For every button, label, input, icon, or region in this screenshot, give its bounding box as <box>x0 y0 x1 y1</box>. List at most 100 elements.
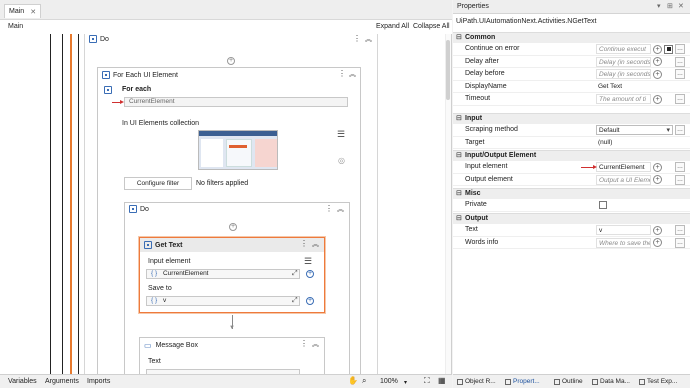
property-section-4[interactable]: ⊟ Output <box>453 213 690 224</box>
save-to-field[interactable]: { } v <box>146 296 300 306</box>
property-row[interactable]: Timeout The amount of ti +… <box>453 93 690 106</box>
inner-do-sequence[interactable]: Do ⋮ ︽ + Get Text ⋮ ︽ Input element ☰ {… <box>124 202 350 374</box>
property-section-0[interactable]: ⊟ Common <box>453 32 690 43</box>
ellipsis-button[interactable]: … <box>675 125 685 135</box>
zoom-dropdown-icon[interactable]: ▾ <box>404 379 407 386</box>
property-row[interactable]: Delay beforeDelay (in seconds) b+… <box>453 68 690 81</box>
more-icon[interactable]: ⋮ <box>353 34 361 43</box>
property-value-field[interactable]: CurrentElement <box>596 162 651 172</box>
imports-tab[interactable]: Imports <box>87 378 110 385</box>
breadcrumb[interactable]: Main <box>8 23 23 30</box>
add-value-icon[interactable]: + <box>653 175 662 184</box>
ellipsis-button[interactable]: … <box>675 69 685 79</box>
scrollbar-thumb[interactable] <box>446 40 450 100</box>
close-icon[interactable]: ✕ <box>30 8 36 16</box>
property-value-field[interactable]: Continue execut <box>596 44 651 54</box>
ellipsis-button[interactable]: … <box>675 162 685 172</box>
collapse-section-icon[interactable]: ⊟ <box>456 33 462 43</box>
property-row[interactable]: Text v +… <box>453 224 690 237</box>
more-icon[interactable]: ⋮ <box>300 339 308 348</box>
menu-icon[interactable]: ☰ <box>304 256 312 267</box>
panel-tab-2[interactable]: Outline <box>554 378 583 385</box>
add-icon[interactable]: + <box>306 270 314 278</box>
arguments-tab[interactable]: Arguments <box>45 378 79 385</box>
property-row[interactable]: Scraping method Default… <box>453 124 690 137</box>
panel-tab-0[interactable]: Object R... <box>457 378 496 385</box>
toggle-icon[interactable] <box>664 44 673 54</box>
collapse-section-icon[interactable]: ⊟ <box>456 214 462 224</box>
zoom-level[interactable]: 100% <box>380 378 398 385</box>
add-value-icon[interactable]: + <box>653 94 662 104</box>
property-value-field[interactable]: Delay (in seconds) b <box>596 69 651 79</box>
overview-icon[interactable]: ▦ <box>438 376 446 385</box>
ellipsis-button[interactable]: … <box>675 237 685 248</box>
property-checkbox[interactable] <box>599 201 607 209</box>
collapse-all-button[interactable]: Collapse All <box>413 23 450 30</box>
add-icon[interactable]: + <box>306 297 314 305</box>
ellipsis-button[interactable]: … <box>675 94 685 104</box>
property-section-1[interactable]: ⊟ Input <box>453 113 690 124</box>
property-value-field[interactable]: Output a UI Element <box>596 174 651 185</box>
collapse-section-icon[interactable]: ⊟ <box>456 151 462 161</box>
close-icon[interactable]: ✕ <box>678 2 684 10</box>
property-row[interactable]: Delay afterDelay (in seconds) a+… <box>453 56 690 68</box>
property-value-field[interactable]: Delay (in seconds) a <box>596 56 651 67</box>
ellipsis-button[interactable]: … <box>675 225 685 235</box>
add-activity-icon[interactable]: + <box>229 223 237 231</box>
add-value-icon[interactable]: + <box>653 57 662 66</box>
collapse-icon[interactable]: ︽ <box>312 239 319 249</box>
property-row[interactable]: Input element CurrentElement +… <box>453 161 690 174</box>
add-value-icon[interactable]: + <box>653 69 662 79</box>
zoom-search-icon[interactable]: ⌕ <box>362 376 366 386</box>
more-icon[interactable]: ⋮ <box>325 204 333 213</box>
menu-icon[interactable]: ☰ <box>337 129 345 140</box>
expand-icon[interactable]: ⤢ <box>292 270 298 278</box>
panel-tab-1[interactable]: Propert... <box>505 378 540 385</box>
panel-tab-4[interactable]: Test Exp... <box>639 378 677 385</box>
add-value-icon[interactable]: + <box>653 162 662 172</box>
property-row[interactable]: Continue on error Continue execut +… <box>453 43 690 56</box>
tab-main[interactable]: Main ✕ <box>4 4 42 18</box>
property-row[interactable]: DisplayName Get Text <box>453 81 690 93</box>
more-icon[interactable]: ⋮ <box>300 239 308 248</box>
property-row[interactable]: Output elementOutput a UI Element+… <box>453 174 690 186</box>
variables-tab[interactable]: Variables <box>8 378 37 385</box>
collapse-section-icon[interactable]: ⊟ <box>456 189 462 199</box>
collapse-icon[interactable]: ︽ <box>365 34 372 44</box>
target-icon[interactable]: ◎ <box>338 156 345 165</box>
get-text-activity[interactable]: Get Text ⋮ ︽ Input element ☰ { } Current… <box>139 237 325 313</box>
expand-all-button[interactable]: Expand All <box>376 23 409 30</box>
foreach-ui-element-activity[interactable]: For Each UI Element ⋮ ︽ For each Current… <box>97 67 361 374</box>
add-activity-icon[interactable]: + <box>227 57 235 65</box>
for-each-variable-field[interactable]: CurrentElement <box>124 97 348 107</box>
fit-screen-icon[interactable]: ⛶ <box>424 376 430 386</box>
configure-filter-button[interactable]: Configure filter <box>124 177 192 190</box>
panel-tab-3[interactable]: Data Ma... <box>592 378 630 385</box>
property-value-field[interactable]: The amount of ti <box>596 94 651 104</box>
add-value-icon[interactable]: + <box>653 44 662 54</box>
property-row[interactable]: Private <box>453 199 690 212</box>
ui-element-screenshot[interactable] <box>198 130 278 170</box>
dropdown-icon[interactable]: ▾ <box>657 2 661 10</box>
input-element-field[interactable]: { } CurrentElement <box>146 269 300 279</box>
pan-icon[interactable]: ✋ <box>348 376 358 385</box>
add-value-icon[interactable]: + <box>653 225 662 235</box>
more-icon[interactable]: ⋮ <box>338 69 346 78</box>
property-value-field[interactable]: Where to save the w <box>596 237 651 248</box>
collapse-icon[interactable]: ︽ <box>349 69 356 79</box>
collapse-section-icon[interactable]: ⊟ <box>456 114 462 124</box>
outer-do-sequence[interactable]: Do ⋮ ︽ + For Each UI Element ⋮ ︽ For eac… <box>84 34 378 374</box>
collapse-icon[interactable]: ︽ <box>337 204 344 214</box>
add-value-icon[interactable]: + <box>653 238 662 247</box>
expand-icon[interactable]: ⤢ <box>292 297 298 305</box>
message-box-activity[interactable]: ▭ Message Box ⋮ ︽ Text <box>139 337 325 374</box>
property-section-3[interactable]: ⊟ Misc <box>453 188 690 199</box>
property-value-field[interactable]: v <box>596 225 651 235</box>
property-value-field[interactable]: Default <box>596 125 673 135</box>
property-row[interactable]: Words infoWhere to save the w+… <box>453 237 690 249</box>
ellipsis-button[interactable]: … <box>675 44 685 54</box>
pin-icon[interactable]: ⊞ <box>667 2 673 10</box>
property-section-2[interactable]: ⊟ Input/Output Element <box>453 150 690 161</box>
ellipsis-button[interactable]: … <box>675 56 685 67</box>
collapse-icon[interactable]: ︽ <box>312 339 319 349</box>
